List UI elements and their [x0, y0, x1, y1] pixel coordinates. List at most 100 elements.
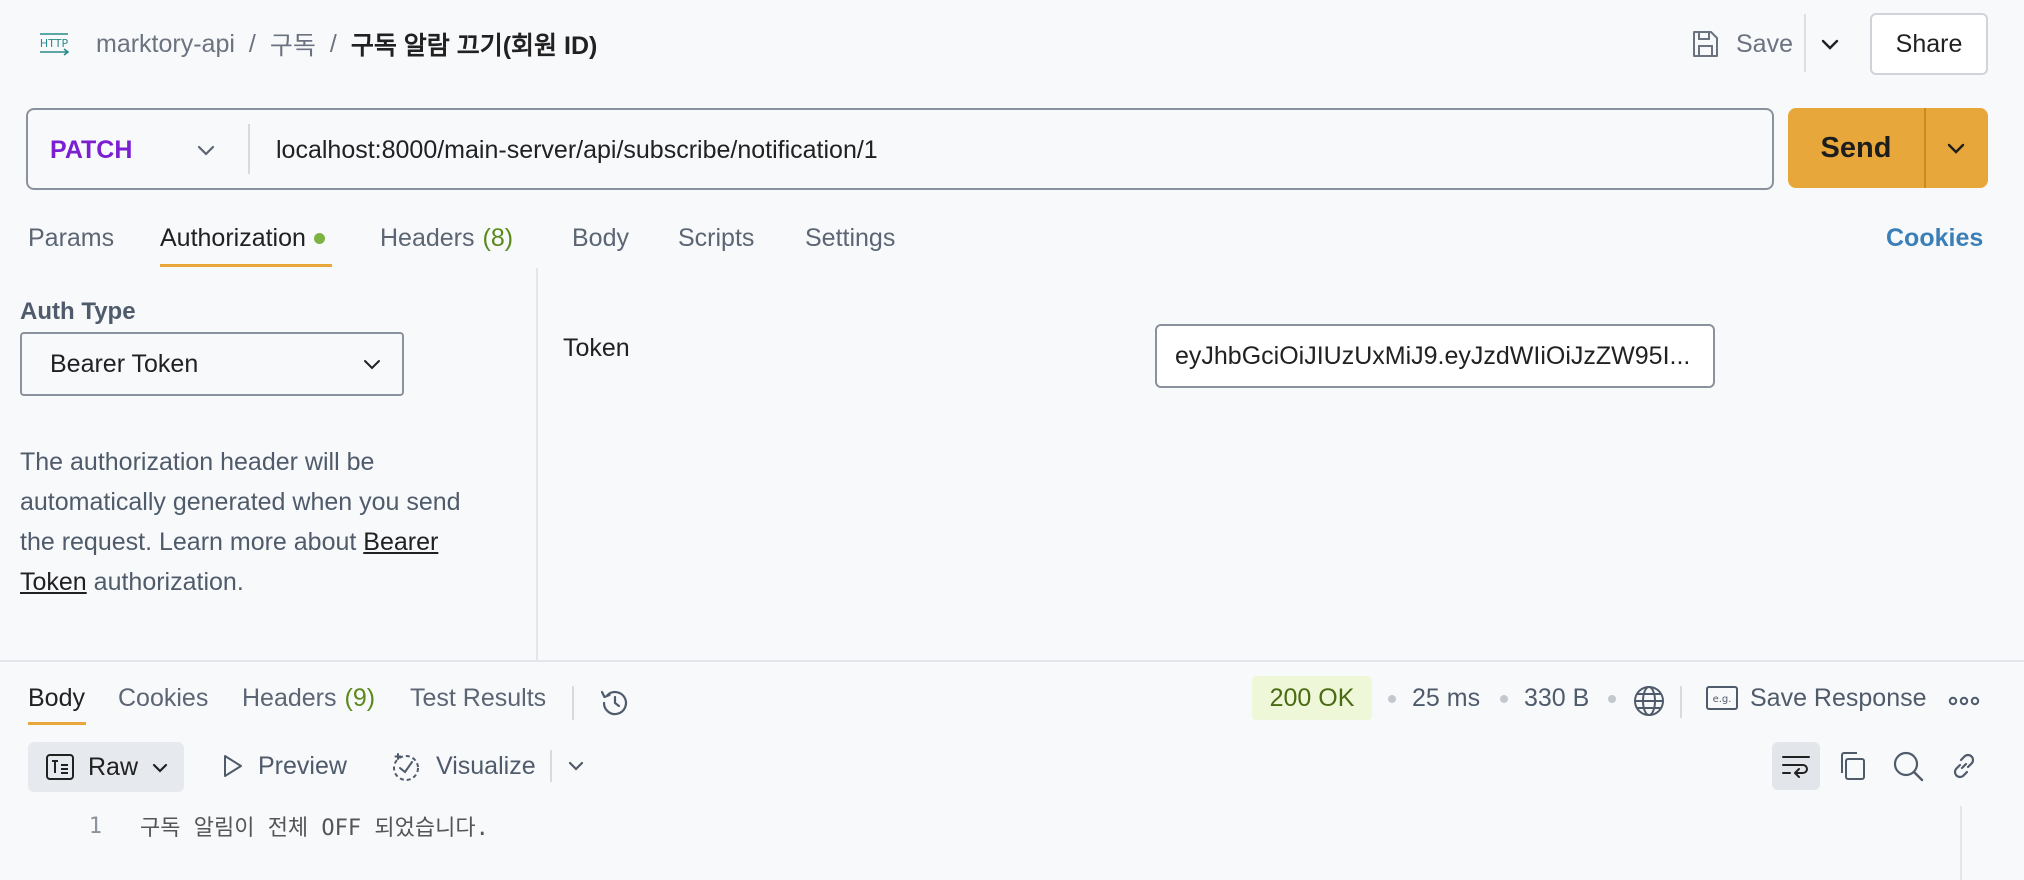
cookies-link[interactable]: Cookies — [1886, 220, 1983, 256]
auth-description: The authorization header will be automat… — [20, 442, 500, 602]
response-size: 330 B — [1524, 683, 1590, 712]
meta-separator-dot — [1500, 695, 1508, 703]
tab-label: Body — [572, 223, 629, 252]
play-icon — [220, 753, 244, 779]
visualize-label: Visualize — [436, 751, 536, 780]
line-number: 1 — [88, 813, 102, 839]
tab-separator — [572, 686, 574, 720]
response-tab-body[interactable]: Body — [28, 680, 85, 716]
wrap-icon — [1782, 756, 1810, 778]
more-icon[interactable] — [1948, 696, 1980, 706]
request-title[interactable]: 구독 알람 끄기(회원 ID) — [351, 26, 598, 62]
svg-text:HTTP: HTTP — [40, 37, 69, 50]
meta-separator — [1680, 686, 1682, 718]
active-tab-indicator — [28, 722, 86, 725]
svg-text:e.g.: e.g. — [1713, 694, 1732, 705]
globe-icon[interactable] — [1632, 684, 1666, 718]
send-button-group: Send — [1788, 108, 1988, 188]
tab-label: Scripts — [678, 223, 755, 252]
meta-separator-dot — [1388, 695, 1396, 703]
panel-divider — [536, 268, 538, 660]
tab-label: Params — [28, 223, 115, 252]
toolbar-separator — [550, 750, 552, 782]
save-response-button[interactable]: e.g. Save Response — [1706, 680, 1927, 716]
breadcrumb-separator: / — [248, 29, 256, 58]
tab-label: Body — [28, 683, 85, 712]
example-icon: e.g. — [1706, 686, 1738, 710]
copy-icon[interactable] — [1836, 750, 1868, 782]
token-label: Token — [563, 333, 630, 362]
visualize-icon — [390, 750, 422, 782]
response-divider — [0, 660, 2024, 662]
response-tab-cookies[interactable]: Cookies — [118, 680, 208, 716]
breadcrumb: marktory-api / 구독 / 구독 알람 끄기(회원 ID) — [96, 24, 597, 64]
response-tab-test-results[interactable]: Test Results — [410, 680, 546, 716]
chevron-down-icon — [360, 352, 384, 376]
breadcrumb-folder[interactable]: 구독 — [270, 26, 316, 62]
save-response-label: Save Response — [1750, 683, 1927, 712]
method-chevron-down-icon[interactable] — [194, 138, 218, 162]
response-time: 25 ms — [1412, 683, 1481, 712]
breadcrumb-separator: / — [329, 29, 337, 58]
raw-format-icon — [46, 754, 74, 780]
meta-separator-dot — [1608, 695, 1616, 703]
header-divider — [1804, 14, 1806, 72]
tab-label: Headers — [380, 223, 475, 252]
save-label: Save — [1736, 29, 1793, 58]
response-toolbar: Raw Preview Visualize — [0, 740, 2024, 792]
visualize-button[interactable]: Visualize — [390, 748, 536, 784]
tab-params[interactable]: Params — [28, 220, 114, 256]
tab-count: (9) — [344, 683, 376, 712]
token-value: eyJhbGciOiJIUzUxMiJ9.eyJzdWIiOiJzZW95I..… — [1175, 341, 1691, 370]
header: HTTP marktory-api / 구독 / 구독 알람 끄기(회원 ID)… — [0, 0, 2024, 88]
tab-count: (8) — [482, 223, 514, 252]
token-field[interactable]: eyJhbGciOiJIUzUxMiJ9.eyJzdWIiOiJzZW95I..… — [1155, 324, 1715, 388]
send-options-chevron-down-icon[interactable] — [1942, 134, 1970, 162]
link-icon[interactable] — [1948, 750, 1980, 782]
auth-type-select[interactable]: Bearer Token — [20, 332, 404, 396]
editor-scrollbar[interactable] — [1960, 806, 1962, 880]
status-badge: 200 OK — [1252, 676, 1372, 720]
send-button[interactable]: Send — [1788, 108, 1924, 188]
url-divider — [248, 124, 250, 174]
visualize-options-chevron-down-icon[interactable] — [566, 756, 586, 776]
request-tabs: Params Authorization Headers (8) Body Sc… — [0, 212, 2024, 268]
tab-label: Authorization — [160, 223, 306, 252]
status-dot-icon — [313, 232, 325, 244]
auth-description-suffix: authorization. — [86, 568, 244, 596]
save-options-chevron-down-icon[interactable] — [1818, 30, 1842, 58]
response-body-editor[interactable]: 1 구독 알림이 전체 OFF 되었습니다. — [0, 806, 2024, 880]
auth-type-label: Auth Type — [20, 298, 136, 325]
tab-label: Test Results — [410, 683, 547, 712]
response-tab-headers[interactable]: Headers (9) — [242, 680, 375, 716]
history-icon[interactable] — [598, 686, 632, 720]
response-tabs: Body Cookies Headers (9) Test Results 20… — [0, 672, 2024, 728]
tab-label: Headers — [242, 683, 337, 712]
send-divider — [1924, 108, 1926, 188]
tab-headers[interactable]: Headers (8) — [380, 220, 513, 256]
tab-authorization[interactable]: Authorization — [160, 220, 325, 256]
wrap-lines-button[interactable] — [1772, 742, 1820, 790]
active-tab-indicator — [160, 264, 332, 267]
url-bar: PATCH localhost:8000/main-server/api/sub… — [26, 108, 1774, 190]
tab-settings[interactable]: Settings — [805, 220, 895, 256]
preview-button[interactable]: Preview — [220, 748, 347, 784]
http-icon: HTTP — [36, 30, 72, 60]
view-mode-label: Raw — [88, 752, 139, 781]
tab-scripts[interactable]: Scripts — [678, 220, 754, 256]
tab-label: Cookies — [118, 683, 209, 712]
save-button[interactable]: Save — [1690, 24, 1793, 64]
share-button[interactable]: Share — [1870, 13, 1988, 75]
response-line: 구독 알림이 전체 OFF 되었습니다. — [140, 816, 489, 841]
auth-settings-panel: Auth Type Bearer Token The authorization… — [0, 268, 536, 660]
breadcrumb-collection[interactable]: marktory-api — [96, 30, 235, 59]
view-mode-select[interactable]: Raw — [28, 742, 184, 792]
save-icon — [1690, 29, 1720, 59]
chevron-down-icon — [150, 758, 170, 778]
auth-type-value: Bearer Token — [50, 349, 199, 378]
search-icon[interactable] — [1892, 750, 1924, 782]
url-input[interactable]: localhost:8000/main-server/api/subscribe… — [276, 132, 878, 168]
method-select[interactable]: PATCH — [50, 132, 132, 168]
preview-label: Preview — [258, 751, 347, 780]
tab-body[interactable]: Body — [572, 220, 629, 256]
